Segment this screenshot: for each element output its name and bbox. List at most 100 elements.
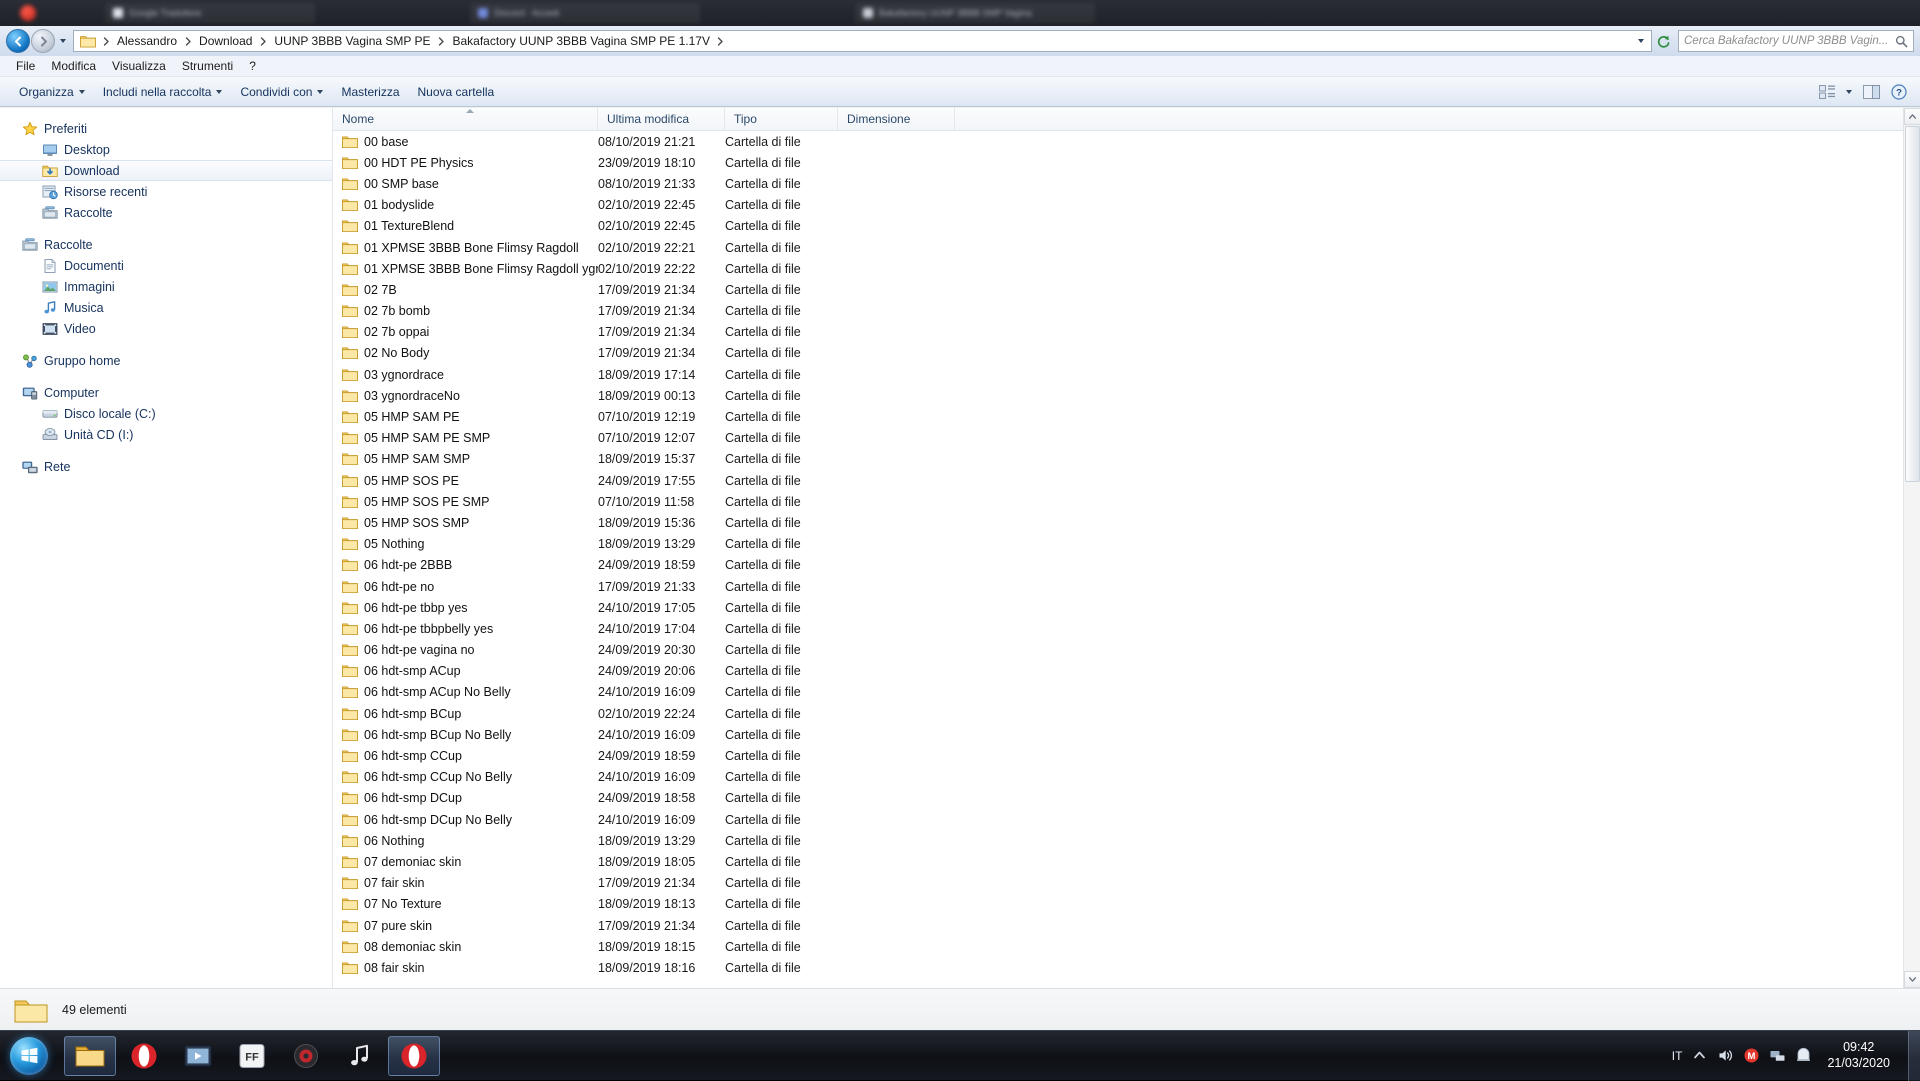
menu-strumenti[interactable]: Strumenti [174,57,241,75]
taskbar-clock[interactable]: 09:42 21/03/2020 [1821,1040,1900,1071]
sidebar-group-gruppo-home[interactable]: Gruppo home [0,350,332,371]
file-name-cell[interactable]: 02 7b bomb [333,304,598,318]
file-name-cell[interactable]: 06 hdt-smp BCup [333,707,598,721]
breadcrumb-item-alessandro[interactable]: Alessandro [113,32,181,50]
file-name-cell[interactable]: 02 7b oppai [333,325,598,339]
scrollbar-thumb[interactable] [1905,126,1920,482]
file-name-cell[interactable]: 00 base [333,135,598,149]
table-row[interactable]: 00 base08/10/2019 21:21Cartella di file [333,131,1920,152]
file-name-cell[interactable]: 05 HMP SOS PE [333,474,598,488]
table-row[interactable]: 06 hdt-smp DCup24/09/2019 18:58Cartella … [333,788,1920,809]
breadcrumb-item-uunp[interactable]: UUNP 3BBB Vagina SMP PE [270,32,434,50]
file-name-cell[interactable]: 06 hdt-smp DCup [333,791,598,805]
sidebar-item-raccolte-fav[interactable]: Raccolte [0,202,332,223]
breadcrumb-separator[interactable] [181,37,195,46]
table-row[interactable]: 05 HMP SAM PE07/10/2019 12:19Cartella di… [333,406,1920,427]
taskbar-button-opera-2[interactable] [388,1036,440,1076]
taskbar-button-explorer[interactable] [64,1036,116,1076]
file-name-cell[interactable]: 05 HMP SAM PE SMP [333,431,598,445]
breadcrumb-separator[interactable] [435,37,449,46]
background-tab[interactable]: Bakafactory UUNP 3BBB SMP Vagina [855,3,1095,23]
recent-pages-dropdown[interactable] [56,29,70,53]
background-tab[interactable]: Discord · Accedi [470,3,700,23]
table-row[interactable]: 06 Nothing18/09/2019 13:29Cartella di fi… [333,830,1920,851]
file-name-cell[interactable]: 06 hdt-pe no [333,580,598,594]
table-row[interactable]: 02 7b bomb17/09/2019 21:34Cartella di fi… [333,301,1920,322]
sidebar-group-raccolte[interactable]: Raccolte [0,234,332,255]
file-name-cell[interactable]: 06 Nothing [333,834,598,848]
sidebar-item-unita-cd-i[interactable]: Unità CD (I:) [0,424,332,445]
breadcrumb-item-bakafactory[interactable]: Bakafactory UUNP 3BBB Vagina SMP PE 1.17… [449,32,714,50]
view-dropdown-button[interactable] [1842,81,1856,103]
change-view-button[interactable] [1814,81,1840,103]
file-name-cell[interactable]: 03 ygnordraceNo [333,389,598,403]
menu-file[interactable]: File [8,57,43,75]
table-row[interactable]: 07 demoniac skin18/09/2019 18:05Cartella… [333,851,1920,872]
table-row[interactable]: 02 7b oppai17/09/2019 21:34Cartella di f… [333,322,1920,343]
table-row[interactable]: 02 No Body17/09/2019 21:34Cartella di fi… [333,343,1920,364]
file-name-cell[interactable]: 06 hdt-smp CCup [333,749,598,763]
start-button[interactable] [4,1034,54,1078]
breadcrumb-separator[interactable] [714,37,728,46]
sidebar-item-risorse-recenti[interactable]: Risorse recenti [0,181,332,202]
table-row[interactable]: 06 hdt-smp BCup02/10/2019 22:24Cartella … [333,703,1920,724]
column-header-nome[interactable]: Nome [333,108,598,130]
file-name-cell[interactable]: 06 hdt-smp ACup No Belly [333,685,598,699]
breadcrumb[interactable]: Alessandro Download UUNP 3BBB Vagina SMP… [73,30,1652,52]
file-name-cell[interactable]: 05 HMP SOS PE SMP [333,495,598,509]
table-row[interactable]: 02 7B17/09/2019 21:34Cartella di file [333,279,1920,300]
table-row[interactable]: 06 hdt-pe tbbp yes24/10/2019 17:05Cartel… [333,597,1920,618]
sidebar-group-preferiti[interactable]: Preferiti [0,118,332,139]
file-name-cell[interactable]: 01 bodyslide [333,198,598,212]
file-name-cell[interactable]: 01 TextureBlend [333,219,598,233]
file-name-cell[interactable]: 06 hdt-smp ACup [333,664,598,678]
column-header-ultima-modifica[interactable]: Ultima modifica [598,108,725,130]
file-name-cell[interactable]: 00 HDT PE Physics [333,156,598,170]
sidebar-item-immagini[interactable]: Immagini [0,276,332,297]
background-tab[interactable]: Google Traduttore [105,3,315,23]
table-row[interactable]: 05 HMP SAM SMP18/09/2019 15:37Cartella d… [333,449,1920,470]
sidebar-item-musica[interactable]: Musica [0,297,332,318]
table-row[interactable]: 06 hdt-smp ACup24/09/2019 20:06Cartella … [333,661,1920,682]
table-row[interactable]: 06 hdt-pe no17/09/2019 21:33Cartella di … [333,576,1920,597]
breadcrumb-separator[interactable] [256,37,270,46]
table-row[interactable]: 06 hdt-pe 2BBB24/09/2019 18:59Cartella d… [333,555,1920,576]
table-row[interactable]: 05 Nothing18/09/2019 13:29Cartella di fi… [333,534,1920,555]
file-name-cell[interactable]: 01 XPMSE 3BBB Bone Flimsy Ragdoll ygn... [333,262,598,276]
column-header-dimensione[interactable]: Dimensione [838,108,955,130]
file-name-cell[interactable]: 08 demoniac skin [333,940,598,954]
scroll-down-button[interactable] [1904,971,1920,988]
file-name-cell[interactable]: 05 Nothing [333,537,598,551]
file-name-cell[interactable]: 03 ygnordrace [333,368,598,382]
refresh-button[interactable] [1652,30,1674,52]
table-row[interactable]: 01 TextureBlend02/10/2019 22:45Cartella … [333,216,1920,237]
table-row[interactable]: 06 hdt-smp CCup No Belly24/10/2019 16:09… [333,767,1920,788]
search-input[interactable]: Cerca Bakafactory UUNP 3BBB Vagin... [1678,30,1914,52]
file-name-cell[interactable]: 05 HMP SAM PE [333,410,598,424]
table-row[interactable]: 05 HMP SOS SMP18/09/2019 15:36Cartella d… [333,512,1920,533]
file-name-cell[interactable]: 02 7B [333,283,598,297]
includi-nella-raccolta-button[interactable]: Includi nella raccolta [94,81,232,103]
table-row[interactable]: 07 No Texture18/09/2019 18:13Cartella di… [333,894,1920,915]
file-rows-container[interactable]: 00 base08/10/2019 21:21Cartella di file0… [333,131,1920,988]
taskbar-button-opera[interactable] [118,1036,170,1076]
vertical-scrollbar[interactable] [1903,108,1920,988]
table-row[interactable]: 01 XPMSE 3BBB Bone Flimsy Ragdoll02/10/2… [333,237,1920,258]
taskbar-button-ffdec[interactable]: FF [226,1036,278,1076]
sidebar-item-desktop[interactable]: Desktop [0,139,332,160]
file-name-cell[interactable]: 07 No Texture [333,897,598,911]
menu-modifica[interactable]: Modifica [43,57,104,75]
table-row[interactable]: 00 HDT PE Physics23/09/2019 18:10Cartell… [333,152,1920,173]
table-row[interactable]: 07 fair skin17/09/2019 21:34Cartella di … [333,873,1920,894]
condividi-con-button[interactable]: Condividi con [231,81,332,103]
table-row[interactable]: 05 HMP SAM PE SMP07/10/2019 12:07Cartell… [333,428,1920,449]
tray-show-hidden-icons-button[interactable] [1691,1047,1708,1064]
address-dropdown-button[interactable] [1633,39,1649,43]
tray-volume-button[interactable] [1717,1047,1734,1064]
table-row[interactable]: 03 ygnordraceNo18/09/2019 00:13Cartella … [333,385,1920,406]
file-name-cell[interactable]: 02 No Body [333,346,598,360]
scroll-up-button[interactable] [1904,108,1920,125]
taskbar-button-media[interactable] [172,1036,224,1076]
table-row[interactable]: 07 pure skin17/09/2019 21:34Cartella di … [333,915,1920,936]
file-name-cell[interactable]: 07 demoniac skin [333,855,598,869]
